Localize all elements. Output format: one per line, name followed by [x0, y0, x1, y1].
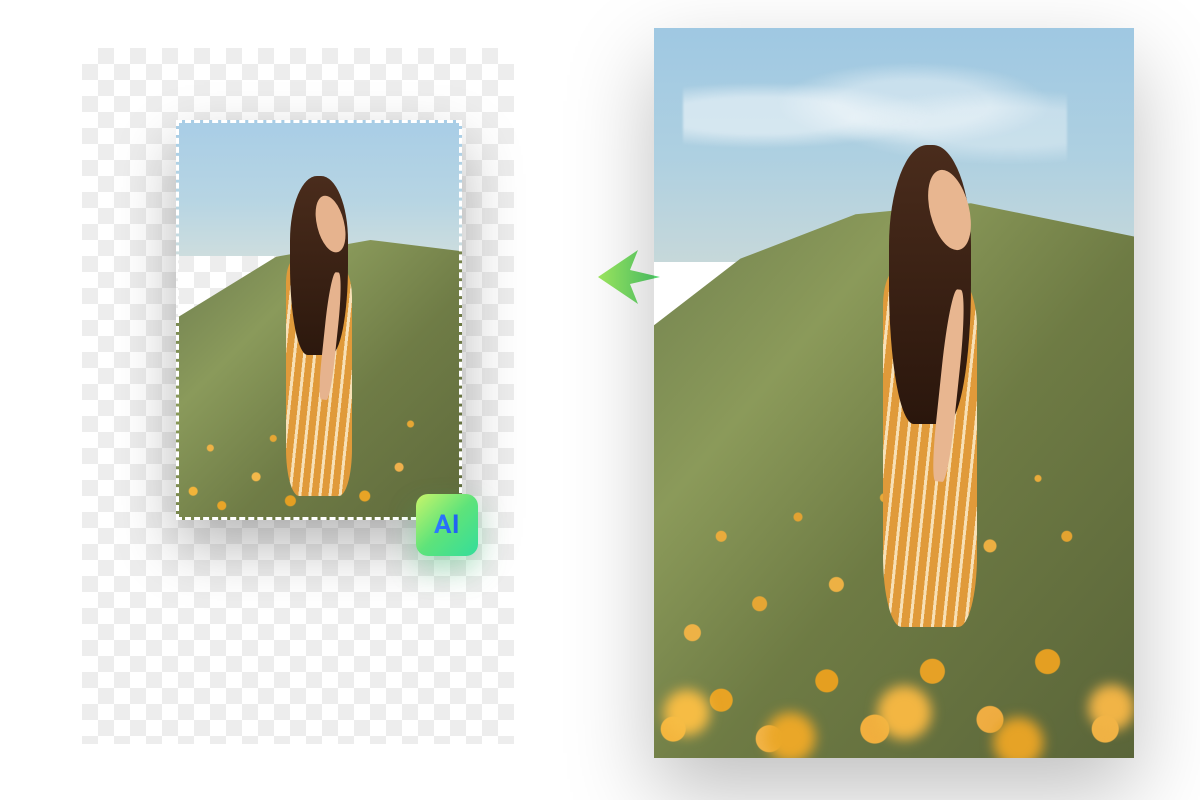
source-image: [176, 120, 462, 520]
comparison-stage: AI: [0, 0, 1200, 800]
result-image: [654, 28, 1134, 758]
foreground-flowers-blur: [654, 539, 1134, 758]
ai-badge: AI: [416, 494, 478, 556]
ai-badge-label: AI: [434, 510, 460, 540]
source-photo-content: [176, 120, 462, 520]
person-figure: [273, 176, 365, 496]
